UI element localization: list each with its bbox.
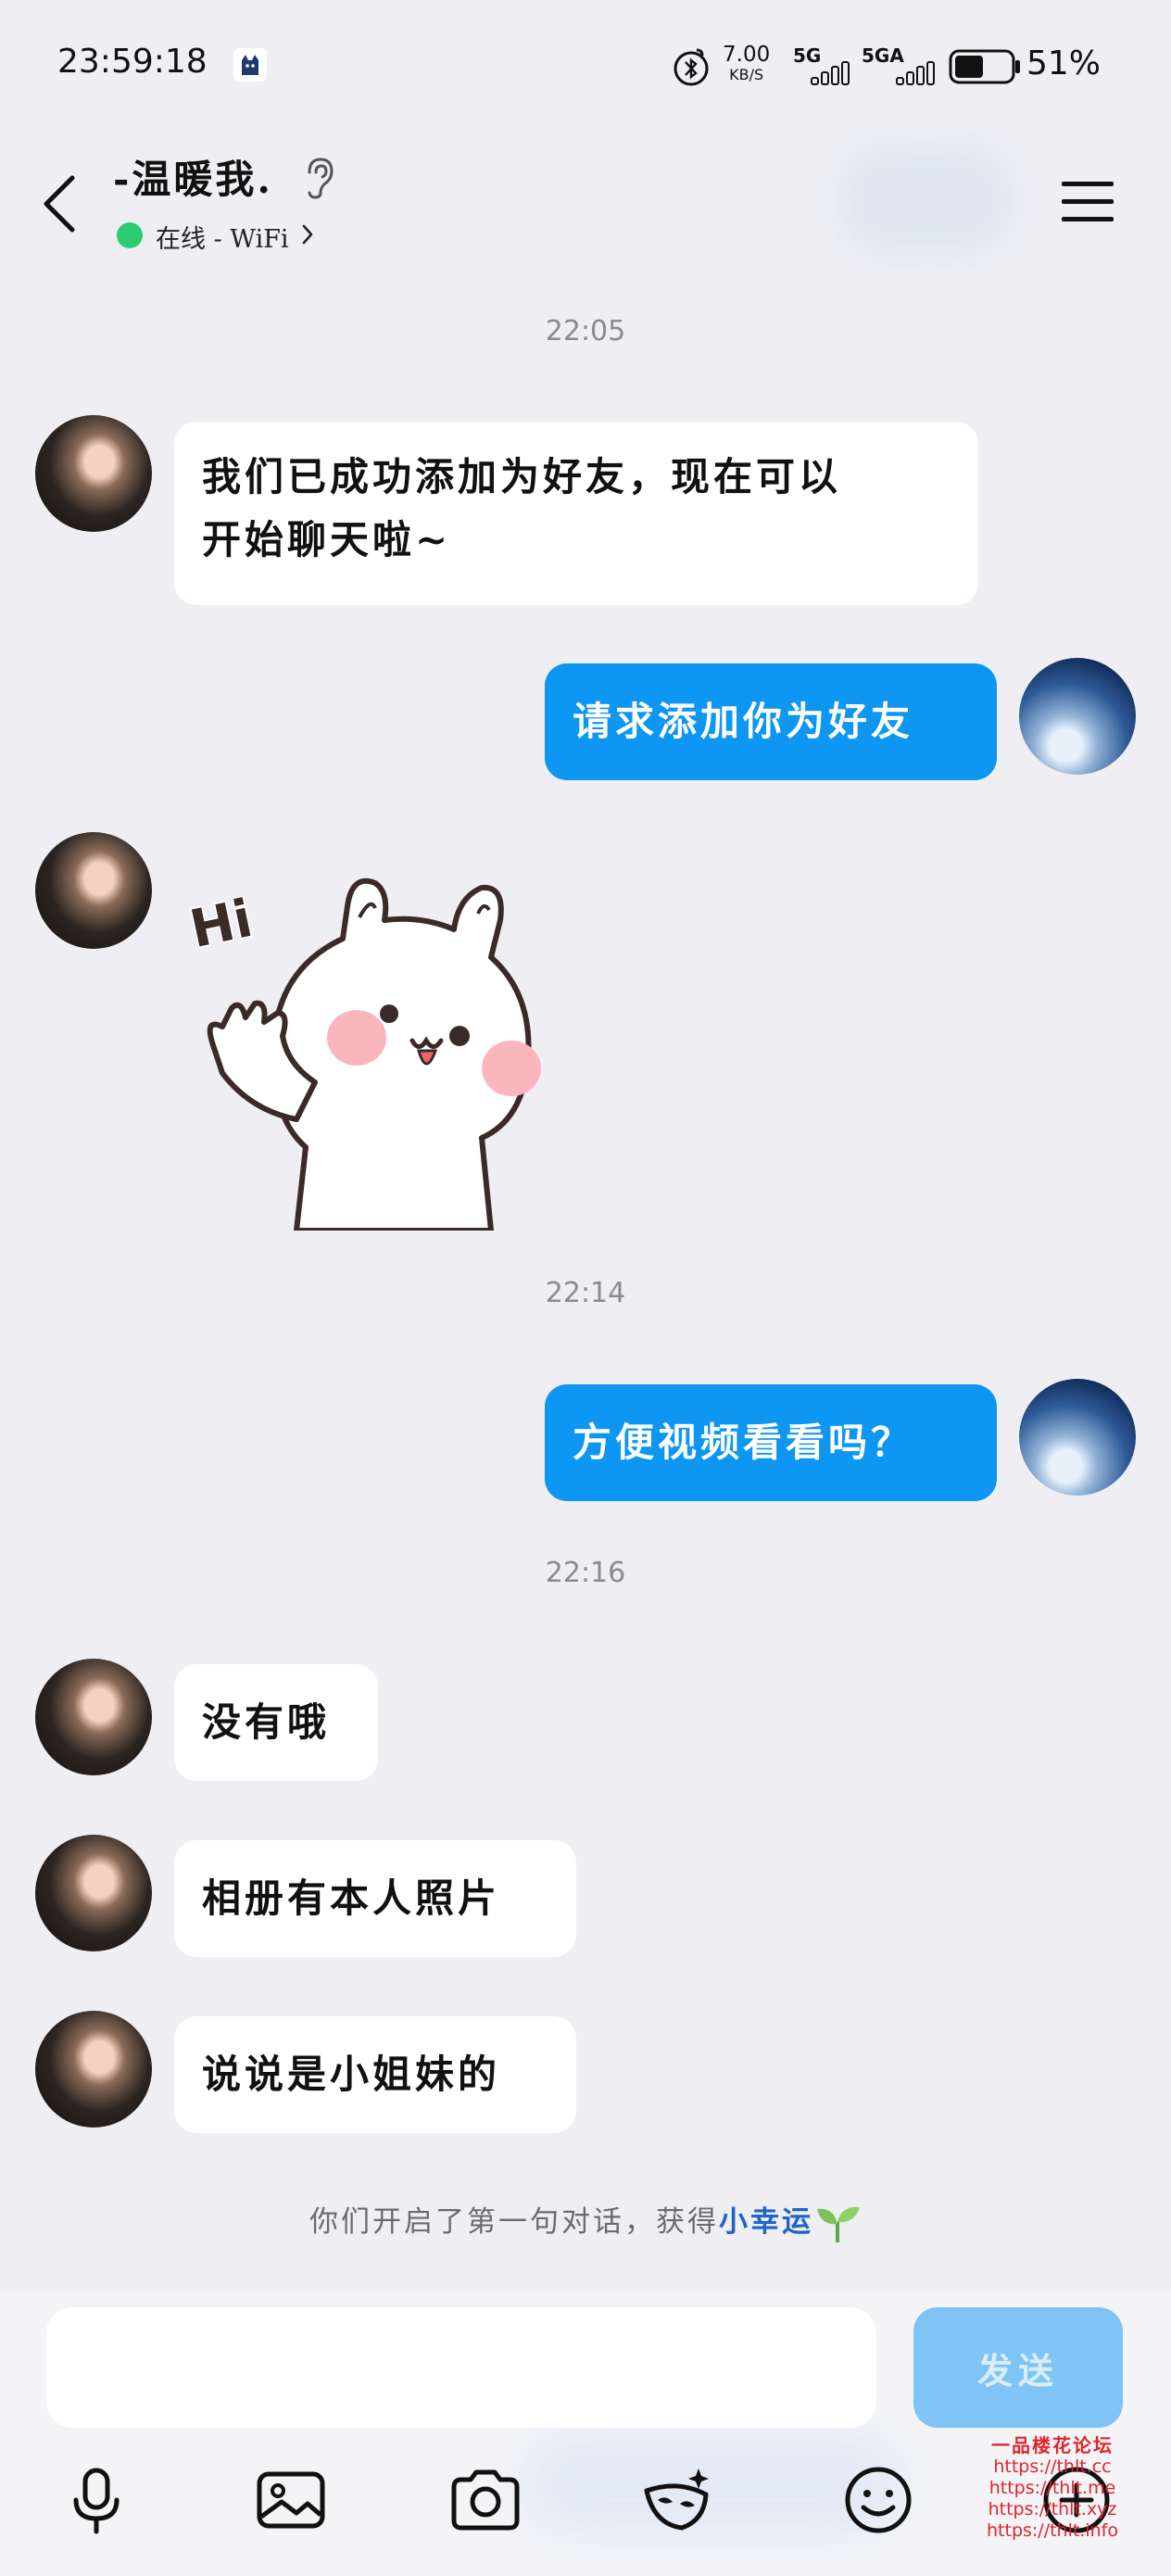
back-button[interactable] — [33, 167, 89, 241]
message-bubble-incoming[interactable]: 我们已成功添加为好友，现在可以 开始聊天啦~ — [174, 422, 978, 605]
contact-name[interactable]: -温暖我. — [113, 148, 273, 205]
contact-avatar[interactable] — [35, 1659, 152, 1775]
battery-icon — [949, 48, 1023, 85]
signal-5ga-icon: 5GA — [862, 44, 945, 85]
contact-avatar[interactable] — [35, 2011, 152, 2128]
hamster-sticker[interactable]: Hi — [183, 841, 574, 1233]
signal-5g-icon: 5G — [793, 44, 858, 85]
status-time: 23:59:18 — [57, 43, 208, 81]
system-note-text: 你们开启了第一句对话，获得 — [309, 2205, 719, 2239]
image-icon[interactable] — [254, 2463, 328, 2537]
contact-avatar[interactable] — [35, 1835, 152, 1951]
net-speed-unit: KB/S — [729, 66, 764, 83]
watermark-url: https://thlt.info — [987, 2520, 1118, 2541]
message-text: 说说是小姐妹的 — [202, 2052, 501, 2097]
my-avatar[interactable] — [1019, 658, 1136, 775]
timestamp: 22:14 — [545, 1277, 626, 1309]
system-note: 你们开启了第一句对话，获得小幸运 — [0, 2198, 1171, 2244]
status-bar: 23:59:18 7.00 KB/S 5G 5GA 51% — [0, 0, 1171, 139]
message-text: 没有哦 — [202, 1699, 331, 1745]
battery-percent: 51% — [1026, 44, 1102, 82]
camera-icon[interactable] — [448, 2463, 523, 2537]
ear-icon[interactable] — [300, 156, 337, 200]
message-input[interactable] — [46, 2307, 876, 2428]
chevron-right-icon[interactable] — [298, 221, 317, 248]
lucky-link[interactable]: 小幸运 — [719, 2205, 813, 2239]
contact-avatar[interactable] — [35, 832, 152, 949]
header-blur-decoration — [834, 139, 1019, 259]
smiley-icon[interactable] — [841, 2463, 915, 2537]
message-text: 请求添加你为好友 — [573, 699, 914, 744]
message-text: 方便视频看看吗？ — [573, 1420, 914, 1465]
message-text-line2: 开始聊天啦~ — [202, 517, 452, 562]
timestamp: 22:16 — [545, 1557, 626, 1589]
sticker-hi-text: Hi — [185, 889, 258, 960]
watermark-url: https://thlt.cc — [993, 2456, 1112, 2477]
message-text: 相册有本人照片 — [202, 1875, 501, 1921]
watermark-url: https://thlt.xyz — [988, 2499, 1117, 2519]
online-status-text[interactable]: 在线 - WiFi — [156, 219, 289, 255]
message-bubble-outgoing[interactable]: 请求添加你为好友 — [545, 663, 997, 780]
watermark-url: https://thlt.me — [988, 2478, 1116, 2498]
message-bubble-incoming[interactable]: 相册有本人照片 — [174, 1840, 576, 1957]
microphone-icon[interactable] — [59, 2463, 133, 2537]
sprout-icon — [813, 2203, 862, 2244]
message-bubble-incoming[interactable]: 说说是小姐妹的 — [174, 2016, 576, 2133]
bluetooth-icon — [671, 46, 711, 87]
my-avatar[interactable] — [1019, 1379, 1136, 1496]
net-speed: 7.00 KB/S — [723, 44, 770, 85]
contact-avatar[interactable] — [35, 415, 152, 532]
forum-watermark: 一品楼花论坛 https://thlt.cc https://thlt.me h… — [960, 2435, 1145, 2542]
watermark-title: 一品楼花论坛 — [991, 2434, 1114, 2456]
menu-icon[interactable] — [1056, 176, 1123, 228]
send-button[interactable]: 发送 — [913, 2307, 1123, 2428]
net-speed-value: 7.00 — [723, 43, 771, 67]
online-status-dot — [117, 222, 143, 248]
timestamp: 22:05 — [545, 315, 626, 347]
cat-icon — [233, 48, 267, 82]
message-bubble-incoming[interactable]: 没有哦 — [174, 1664, 378, 1781]
message-bubble-outgoing[interactable]: 方便视频看看吗？ — [545, 1384, 997, 1501]
mask-icon[interactable] — [641, 2463, 715, 2537]
message-text-line1: 我们已成功添加为好友，现在可以 — [202, 454, 842, 499]
